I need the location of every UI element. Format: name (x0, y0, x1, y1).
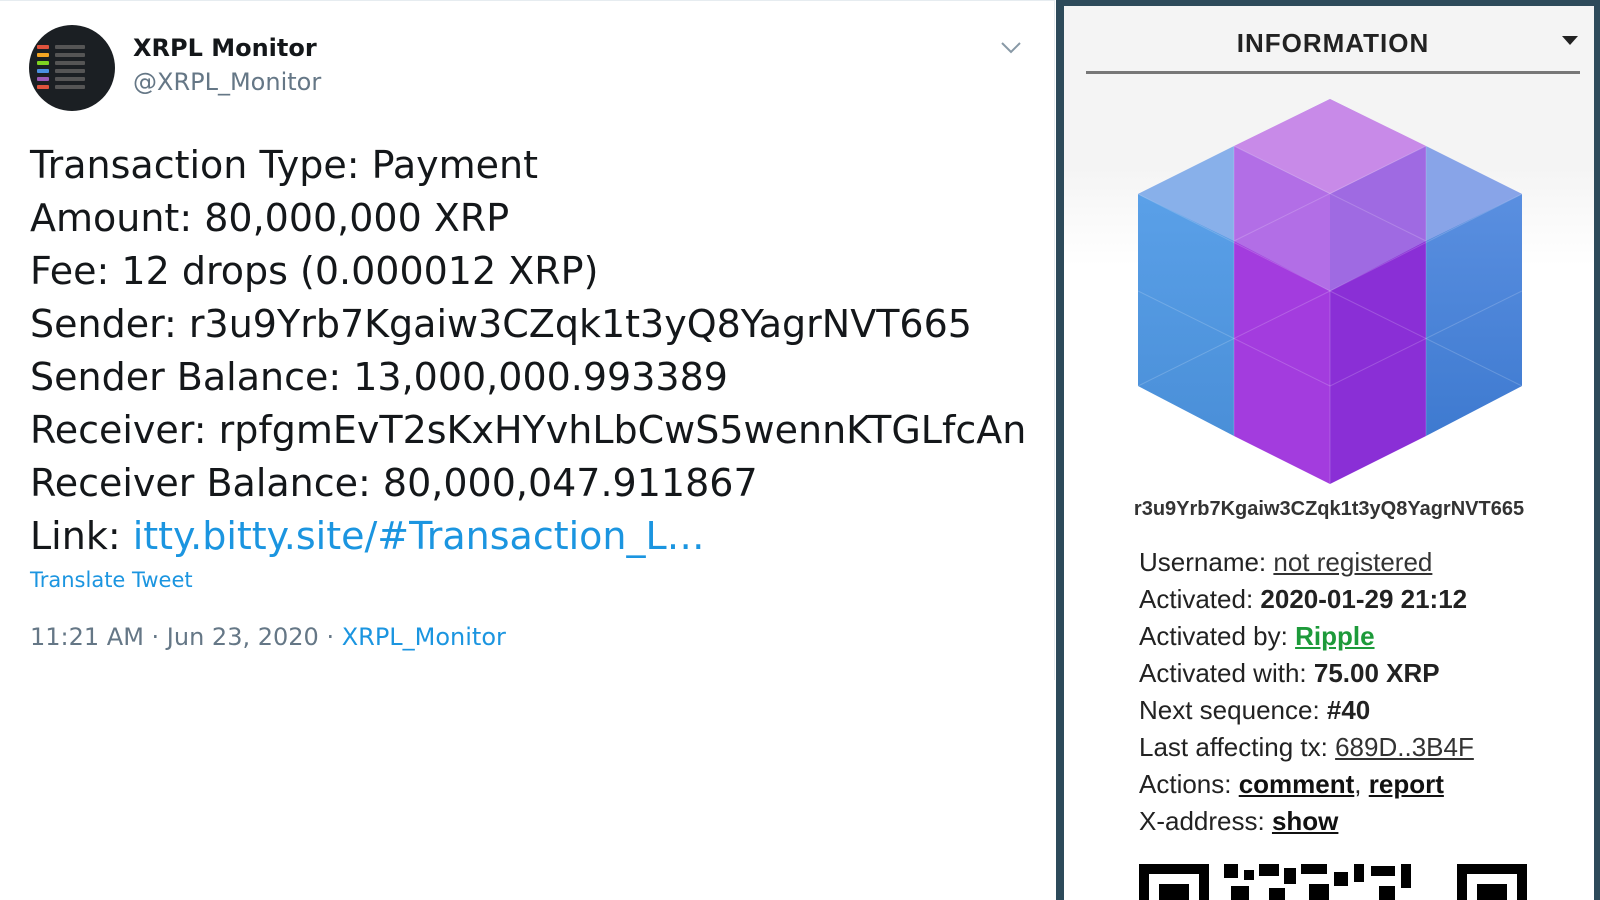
last-tx-label: Last affecting tx: (1139, 732, 1336, 762)
panel-header[interactable]: INFORMATION (1086, 6, 1580, 74)
activated-with-label: Activated with: (1139, 658, 1314, 688)
activated-by-link[interactable]: Ripple (1295, 621, 1374, 651)
activated-label: Activated: (1139, 584, 1261, 614)
next-sequence-label: Next sequence: (1139, 695, 1327, 725)
comment-link[interactable]: comment (1239, 769, 1355, 799)
tweet-line-amount: Amount: 80,000,000 XRP (30, 196, 510, 240)
username-link[interactable]: not registered (1273, 547, 1432, 577)
info-panel-frame: INFORMATION r3u9Yrb7Kgaiw3CZqk1t3yQ8Yagr… (1056, 0, 1600, 900)
info-activated: Activated: 2020-01-29 21:12 (1139, 581, 1474, 618)
actions-separator: , (1354, 769, 1369, 799)
transaction-link[interactable]: itty.bitty.site/#Transaction_L… (133, 514, 705, 558)
tweet-line-receiver-balance: Receiver Balance: 80,000,047.911867 (30, 461, 758, 505)
info-activated-by: Activated by: Ripple (1139, 618, 1474, 655)
info-actions: Actions: comment, report (1139, 766, 1474, 803)
report-link[interactable]: report (1369, 769, 1444, 799)
info-username: Username: not registered (1139, 544, 1474, 581)
tweet-card: XRPL Monitor @XRPL_Monitor Transaction T… (0, 0, 1055, 680)
avatar[interactable] (29, 25, 115, 111)
tweet-meta: 11:21 AM · Jun 23, 2020 · XRPL_Monitor (30, 623, 506, 651)
tweet-text: Transaction Type: Payment Amount: 80,000… (30, 139, 1026, 563)
info-x-address: X-address: show (1139, 803, 1474, 840)
translate-tweet-link[interactable]: Translate Tweet (30, 568, 193, 592)
tweet-line-link: Link: itty.bitty.site/#Transaction_L… (30, 510, 1026, 563)
tweet-line-type: Transaction Type: Payment (30, 143, 538, 187)
tweet-line-receiver: Receiver: rpfgmEvT2sKxHYvhLbCwS5wennKTGL… (30, 408, 1027, 452)
tweet-source-link[interactable]: XRPL_Monitor (342, 623, 506, 651)
x-address-label: X-address: (1139, 806, 1272, 836)
chevron-down-icon[interactable] (998, 34, 1024, 60)
link-label: Link: (30, 514, 133, 558)
info-last-tx: Last affecting tx: 689D..3B4F (1139, 729, 1474, 766)
actions-label: Actions: (1139, 769, 1239, 799)
tweet-line-sender: Sender: r3u9Yrb7Kgaiw3CZqk1t3yQ8YagrNVT6… (30, 302, 972, 346)
account-info-list: Username: not registered Activated: 2020… (1139, 544, 1474, 840)
display-name[interactable]: XRPL Monitor (133, 34, 317, 62)
panel-title: INFORMATION (1236, 28, 1430, 58)
qr-code-icon (1139, 864, 1527, 900)
tweet-line-fee: Fee: 12 drops (0.000012 XRP) (30, 249, 599, 293)
x-address-show-link[interactable]: show (1272, 806, 1338, 836)
tweet-line-sender-balance: Sender Balance: 13,000,000.993389 (30, 355, 728, 399)
last-tx-link[interactable]: 689D..3B4F (1335, 732, 1474, 762)
next-sequence-value: #40 (1326, 695, 1371, 725)
dropdown-arrow-icon[interactable] (1562, 36, 1578, 45)
tweet-timestamp[interactable]: 11:21 AM · Jun 23, 2020 · (30, 623, 342, 651)
info-panel: INFORMATION r3u9Yrb7Kgaiw3CZqk1t3yQ8Yagr… (1064, 6, 1594, 900)
info-next-sequence: Next sequence: #40 (1139, 692, 1474, 729)
activated-by-label: Activated by: (1139, 621, 1296, 651)
info-activated-with: Activated with: 75.00 XRP (1139, 655, 1474, 692)
identicon-image (1138, 99, 1522, 484)
user-handle[interactable]: @XRPL_Monitor (133, 68, 321, 96)
activated-with-value: 75.00 XRP (1313, 658, 1440, 688)
username-label: Username: (1139, 547, 1274, 577)
account-address: r3u9Yrb7Kgaiw3CZqk1t3yQ8YagrNVT665 (1133, 498, 1525, 520)
activated-value: 2020-01-29 21:12 (1260, 584, 1468, 614)
